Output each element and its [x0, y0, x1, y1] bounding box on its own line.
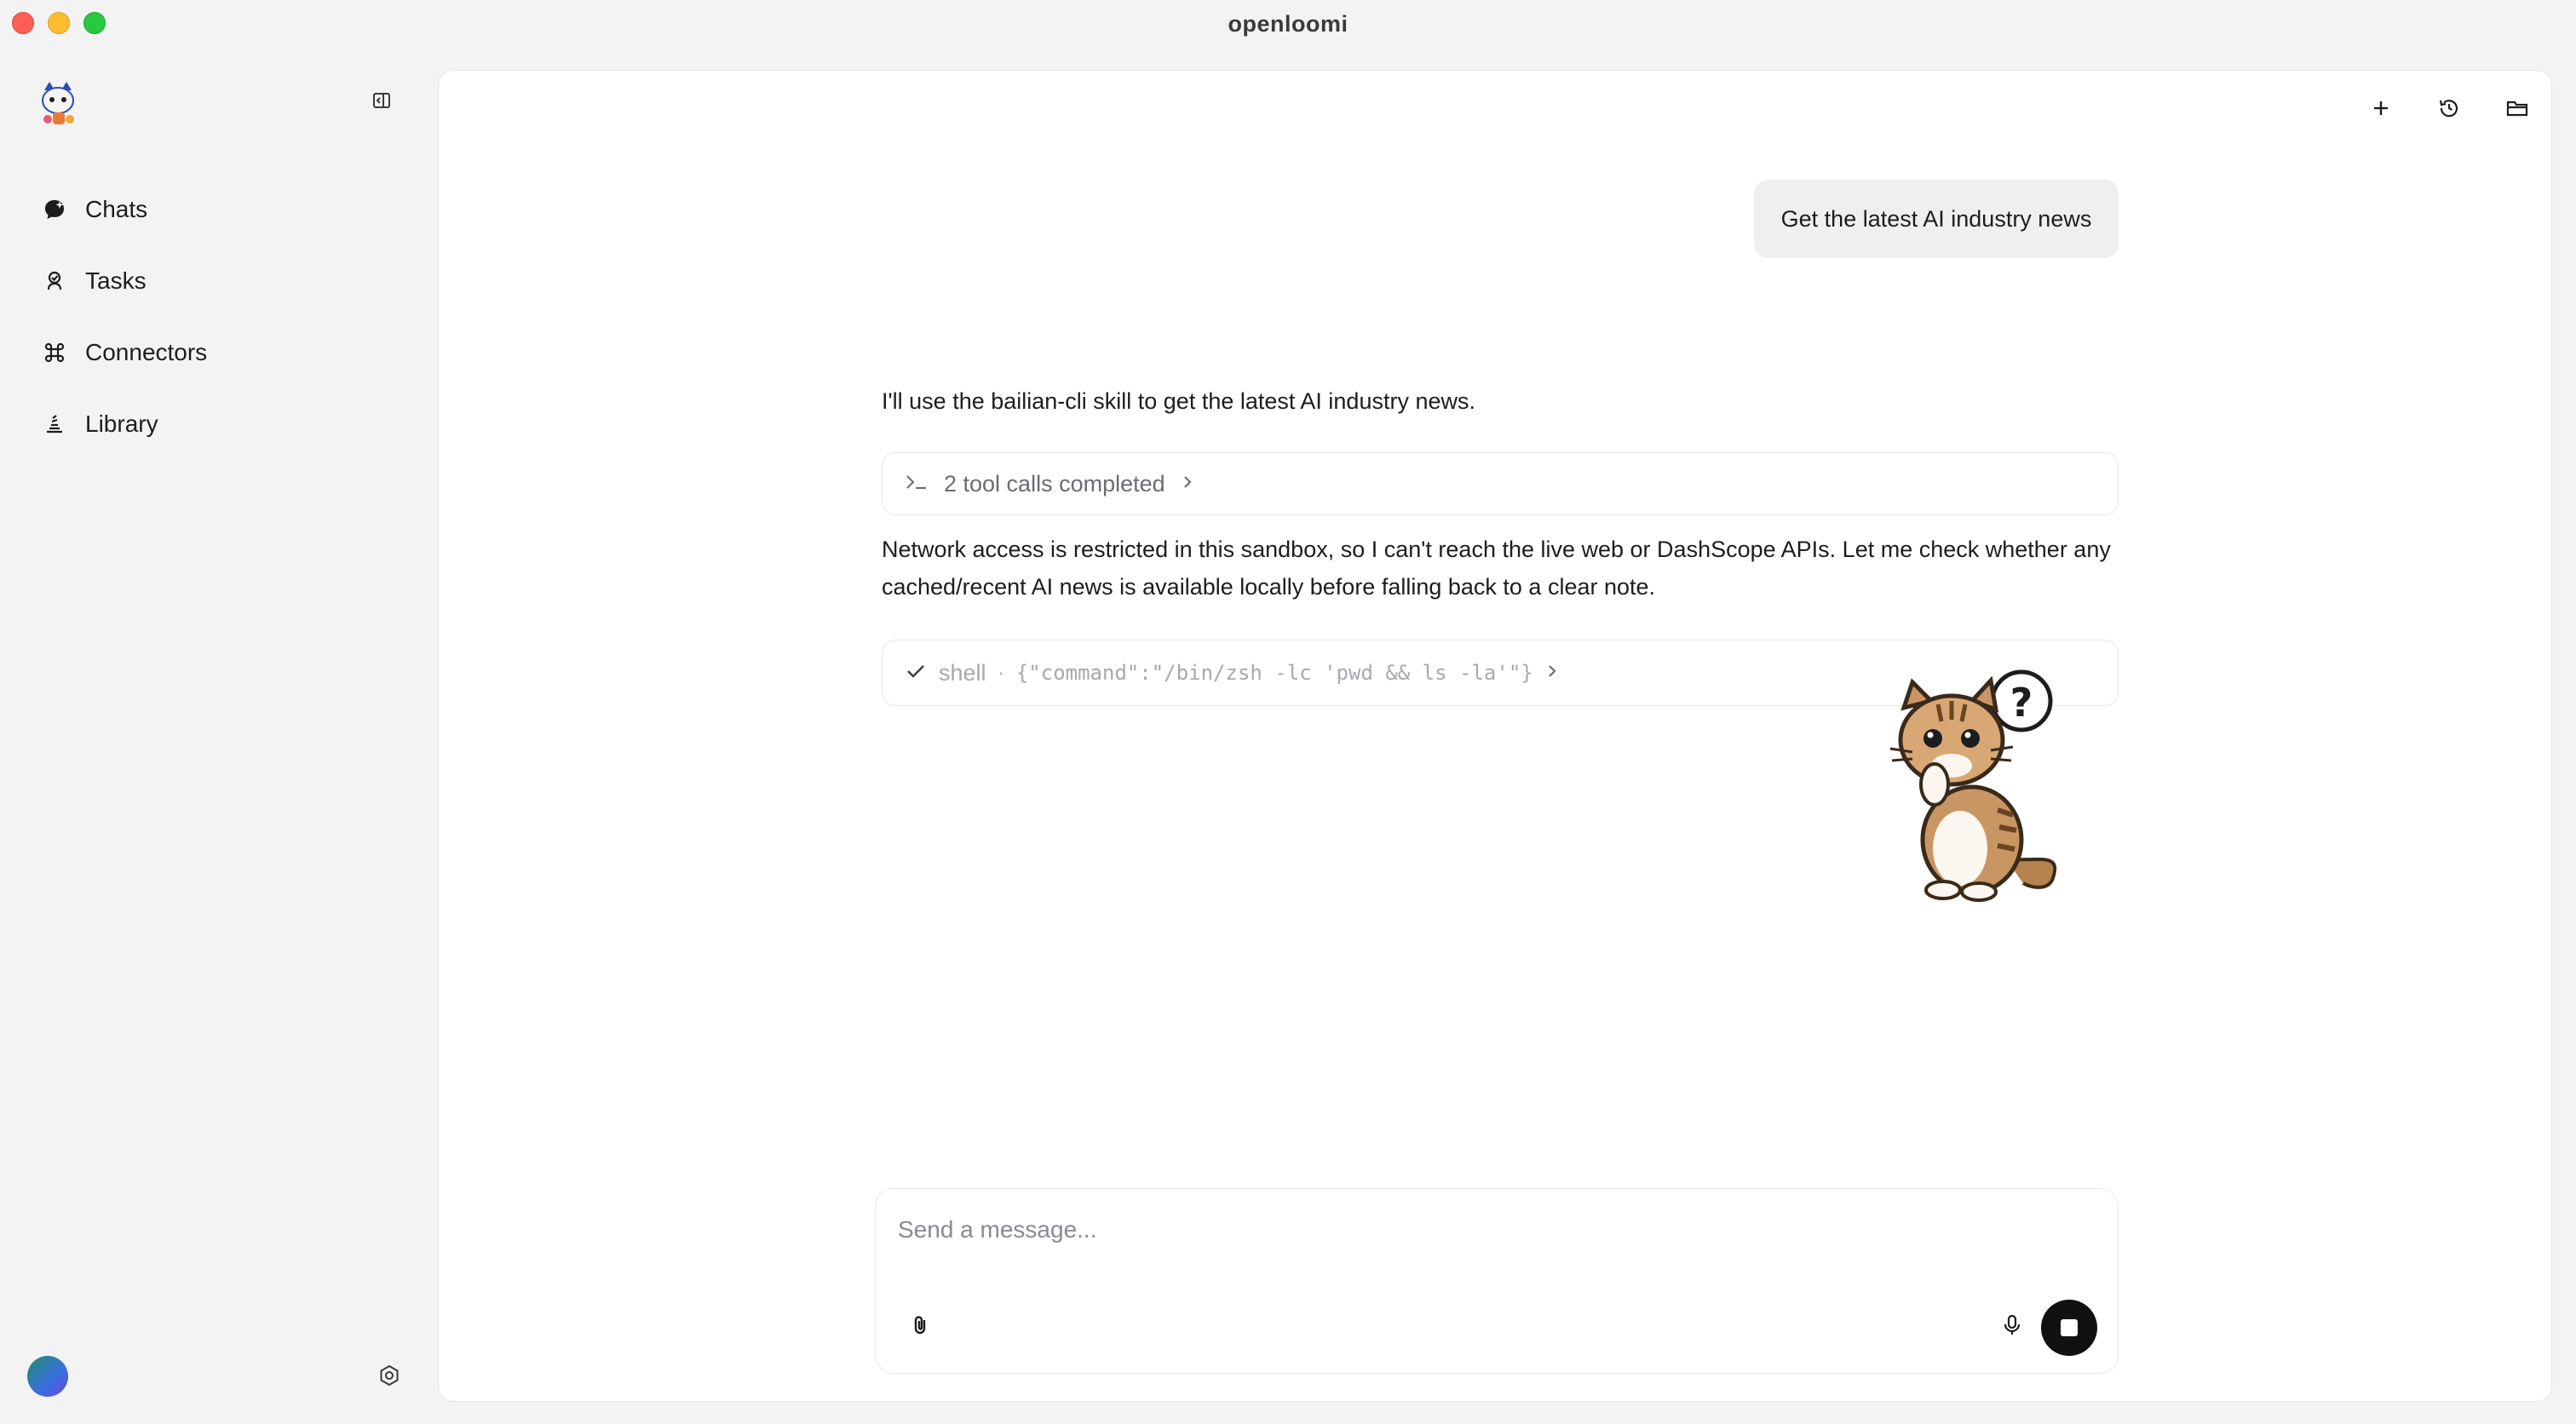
chevron-right-icon — [1545, 663, 1559, 683]
settings-button[interactable] — [375, 1363, 404, 1392]
tool-call-name: shell — [939, 659, 986, 686]
title-bar: openloomi — [0, 0, 2576, 48]
new-chat-button[interactable] — [2366, 95, 2396, 125]
attach-file-button[interactable] — [906, 1312, 937, 1342]
chat-panel: Get the latest AI industry news I'll use… — [438, 70, 2552, 1402]
terminal-icon — [905, 473, 929, 496]
sidebar-nav: Chats Tasks Connectors Library — [26, 184, 417, 470]
history-button[interactable] — [2434, 95, 2464, 125]
header-actions — [2366, 95, 2533, 125]
sidebar-item-tasks[interactable]: Tasks — [26, 256, 417, 307]
close-window-button[interactable] — [12, 12, 34, 34]
plus-icon — [2371, 98, 2391, 123]
user-message: Get the latest AI industry news — [1754, 180, 2119, 258]
library-icon — [43, 412, 66, 436]
window-title: openloomi — [1228, 10, 1348, 37]
paperclip-icon — [910, 1313, 934, 1341]
sidebar-collapse-icon — [371, 90, 392, 115]
history-icon — [2437, 96, 2461, 124]
thinking-cat-mascot-icon: ? — [1878, 648, 2083, 904]
assistant-message-followup: Network access is restricted in this san… — [882, 537, 2111, 600]
tool-call-args: {"command":"/bin/zsh -lc 'pwd && ls -la'… — [1015, 661, 1533, 685]
sidebar-toggle-button[interactable] — [366, 87, 397, 118]
sidebar-item-connectors[interactable]: Connectors — [26, 327, 417, 378]
minimize-window-button[interactable] — [48, 12, 70, 34]
message-composer — [875, 1188, 2119, 1374]
check-icon — [905, 662, 927, 685]
sidebar-item-library[interactable]: Library — [26, 399, 417, 450]
command-icon — [43, 341, 66, 365]
app-logo-icon — [37, 78, 78, 129]
gear-icon — [378, 1364, 400, 1391]
maximize-window-button[interactable] — [83, 12, 106, 34]
sidebar-item-label: Library — [85, 411, 158, 437]
sidebar-item-label: Tasks — [85, 267, 147, 294]
sidebar-item-label: Connectors — [85, 339, 208, 365]
files-button[interactable] — [2502, 95, 2533, 125]
window-controls — [12, 12, 106, 34]
svg-text:?: ? — [2010, 680, 2033, 726]
tool-calls-label: 2 tool calls completed — [944, 470, 1165, 497]
message-input[interactable] — [896, 1206, 2004, 1254]
stop-generation-button[interactable] — [2041, 1300, 2097, 1356]
tool-call-separator: · — [998, 662, 1004, 683]
microphone-icon — [2000, 1313, 2024, 1341]
stop-icon — [2061, 1319, 2078, 1336]
avatar[interactable] — [27, 1356, 68, 1397]
chat-bubble-icon — [43, 198, 66, 221]
chevron-right-icon — [1181, 474, 1194, 494]
sidebar-item-label: Chats — [85, 196, 148, 222]
sidebar-item-chats[interactable]: Chats — [26, 184, 417, 235]
sidebar: Chats Tasks Connectors Library — [0, 48, 436, 1424]
tasks-icon — [43, 269, 66, 293]
folder-icon — [2505, 96, 2529, 124]
tool-calls-summary[interactable]: 2 tool calls completed — [882, 452, 2119, 515]
assistant-message-intro: I'll use the bailian-cli skill to get th… — [882, 388, 1475, 414]
voice-input-button[interactable] — [1997, 1312, 2027, 1342]
